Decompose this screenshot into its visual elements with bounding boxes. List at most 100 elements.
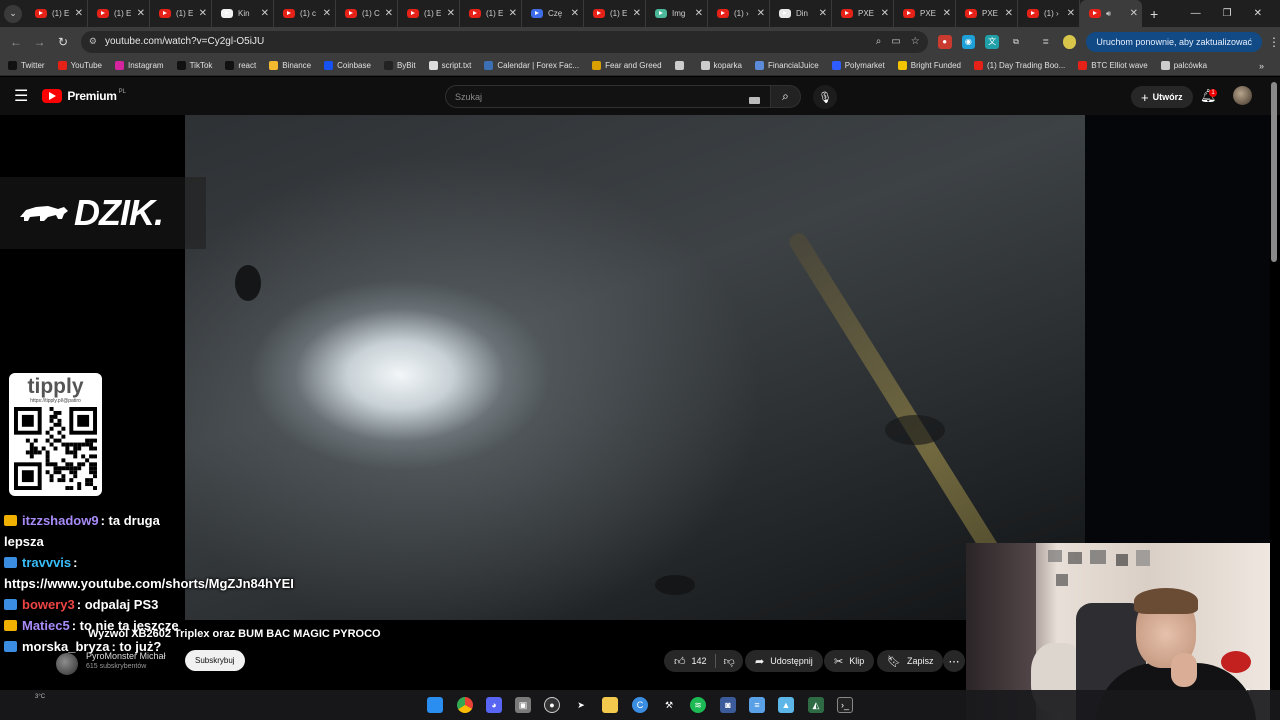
notepad-icon[interactable]: ≡ [749, 697, 765, 713]
address-bar[interactable]: ⚙ youtube.com/watch?v=Cy2gl-O5iJU ⌕ ▭ ☆ [80, 30, 928, 53]
browser-tab[interactable]: Din ✕ [770, 0, 832, 27]
like-count[interactable]: 142 [692, 656, 707, 666]
share-button[interactable]: ➦ Udostępnij [745, 650, 823, 672]
browser-tab[interactable]: (1) C ✕ [336, 0, 398, 27]
tab-search-icon[interactable]: ⌄ [4, 4, 22, 23]
voice-search-button[interactable]: 🎙︎ [813, 85, 837, 109]
discord-icon[interactable]: ◕ [486, 697, 502, 713]
page-scrollbar[interactable] [1270, 82, 1278, 687]
bookmark-item[interactable]: Coinbase [324, 61, 371, 70]
send-icon[interactable]: ➤ [573, 697, 589, 713]
browser-tab[interactable]: Czę ✕ [522, 0, 584, 27]
back-icon[interactable]: ← [4, 35, 28, 49]
maximize-icon[interactable]: ❐ [1223, 8, 1232, 19]
like-icon[interactable]: 👍︎ [674, 655, 686, 668]
windows-start-icon[interactable] [427, 697, 443, 713]
tab-close-icon[interactable]: ✕ [137, 8, 145, 19]
bookmark-item[interactable]: ByBit [383, 61, 416, 70]
bookmark-item[interactable]: koparka [700, 61, 742, 70]
bookmark-item[interactable] [674, 61, 688, 70]
browser-menu-icon[interactable]: ⋮ [1268, 35, 1280, 49]
search-button[interactable]: ⌕ [770, 85, 801, 108]
clip-button[interactable]: ✂ Klip [824, 650, 875, 672]
bookmark-item[interactable]: palcówka [1160, 61, 1207, 70]
tab-close-icon[interactable]: ✕ [1005, 8, 1013, 19]
keyboard-icon[interactable] [749, 97, 760, 104]
browser-tab[interactable]: (1) E ✕ [26, 0, 88, 27]
cast-icon[interactable]: ▭ [891, 36, 900, 47]
tab-close-icon[interactable]: ✕ [385, 8, 393, 19]
update-button[interactable]: Uruchom ponownie, aby zaktualizować [1086, 31, 1262, 52]
capture-icon[interactable]: ◙ [720, 697, 736, 713]
game-icon[interactable]: ◭ [808, 697, 824, 713]
bookmark-item[interactable]: Fear and Greed [592, 61, 662, 70]
browser-tab[interactable]: (1) c ✕ [274, 0, 336, 27]
weather-temperature[interactable]: 3°C [35, 694, 45, 700]
browser-tab[interactable]: Img ✕ [646, 0, 708, 27]
terminal-icon[interactable]: ›_ [837, 697, 853, 713]
zoom-icon[interactable]: ⌕ [876, 36, 882, 47]
browser-tab[interactable]: (1) E ✕ [88, 0, 150, 27]
tab-close-icon[interactable]: ✕ [1067, 8, 1075, 19]
browser-tab[interactable]: (1) › ✕ [708, 0, 770, 27]
photos-icon[interactable]: ▲ [778, 697, 794, 713]
audio-playing-icon[interactable]: 🔊︎ [1106, 9, 1127, 19]
browser-tab[interactable]: (1) › ✕ [1018, 0, 1080, 27]
address-url[interactable]: youtube.com/watch?v=Cy2gl-O5iJU [105, 36, 866, 47]
reading-list-icon[interactable]: ≣ [1039, 35, 1053, 49]
bookmark-item[interactable]: (1) Day Trading Boo... [974, 61, 1065, 70]
close-window-icon[interactable]: ✕ [1254, 8, 1262, 19]
channel-name[interactable]: PyroMonster Michał [86, 651, 166, 661]
account-avatar[interactable] [1233, 86, 1252, 105]
browser-tab[interactable]: (1) E ✕ [460, 0, 522, 27]
browser-tab[interactable]: PXE ✕ [956, 0, 1018, 27]
browser-tab-active[interactable]: 🔊︎ ✕ [1080, 0, 1142, 27]
tab-close-icon[interactable]: ✕ [261, 8, 269, 19]
bookmark-item[interactable]: Calendar | Forex Fac... [484, 61, 579, 70]
browser-tab[interactable]: (1) E ✕ [150, 0, 212, 27]
tab-close-icon[interactable]: ✕ [757, 8, 765, 19]
extension-red-icon[interactable]: ● [937, 34, 952, 49]
bookmark-item[interactable]: Instagram [115, 61, 164, 70]
tab-close-icon[interactable]: ✕ [943, 8, 951, 19]
bookmark-item[interactable]: script.txt [428, 61, 471, 70]
extension-translate-icon[interactable]: 文 [985, 34, 1000, 49]
file-explorer-icon[interactable] [602, 697, 618, 713]
reload-icon[interactable]: ↻ [51, 35, 75, 49]
tab-close-icon[interactable]: ✕ [323, 8, 331, 19]
bookmark-star-icon[interactable]: ☆ [911, 36, 920, 47]
ccleaner-icon[interactable]: C [632, 697, 648, 713]
tab-close-icon[interactable]: ✕ [571, 8, 579, 19]
tab-close-icon[interactable]: ✕ [1130, 8, 1138, 19]
tab-close-icon[interactable]: ✕ [199, 8, 207, 19]
video-frame[interactable] [185, 115, 1085, 620]
tab-close-icon[interactable]: ✕ [819, 8, 827, 19]
browser-tab[interactable]: Kin ✕ [212, 0, 274, 27]
profile-avatar-icon[interactable] [1062, 34, 1077, 49]
bookmark-item[interactable]: YouTube [57, 61, 102, 70]
search-input[interactable]: Szukaj [445, 85, 772, 108]
bookmark-item[interactable]: BTC Elliot wave [1078, 61, 1148, 70]
save-button[interactable]: 🔖︎ Zapisz [877, 650, 944, 672]
browser-tab[interactable]: PXE ✕ [832, 0, 894, 27]
new-tab-button[interactable]: + [1150, 6, 1158, 22]
bookmarks-overflow-icon[interactable]: » [1259, 61, 1264, 71]
bookmark-item[interactable]: Bright Funded [897, 61, 961, 70]
chrome-icon[interactable] [457, 697, 473, 713]
app-icon[interactable]: ▣ [515, 697, 531, 713]
bookmark-item[interactable]: TikTok [176, 61, 212, 70]
menu-icon[interactable]: ☰ [14, 86, 28, 106]
youtube-logo[interactable]: Premium PL [42, 89, 126, 103]
browser-tab[interactable]: PXE ✕ [894, 0, 956, 27]
tab-close-icon[interactable]: ✕ [447, 8, 455, 19]
browser-tab[interactable]: (1) E ✕ [584, 0, 646, 27]
create-button[interactable]: + Utwórz [1131, 86, 1193, 108]
site-info-icon[interactable]: ⚙ [89, 36, 97, 47]
dislike-icon[interactable]: 👎︎ [724, 655, 735, 668]
extension-blue-icon[interactable]: ◉ [961, 34, 976, 49]
forward-icon[interactable]: → [28, 35, 52, 49]
tab-close-icon[interactable]: ✕ [75, 8, 83, 19]
tab-close-icon[interactable]: ✕ [881, 8, 889, 19]
tab-close-icon[interactable]: ✕ [509, 8, 517, 19]
tab-close-icon[interactable]: ✕ [695, 8, 703, 19]
